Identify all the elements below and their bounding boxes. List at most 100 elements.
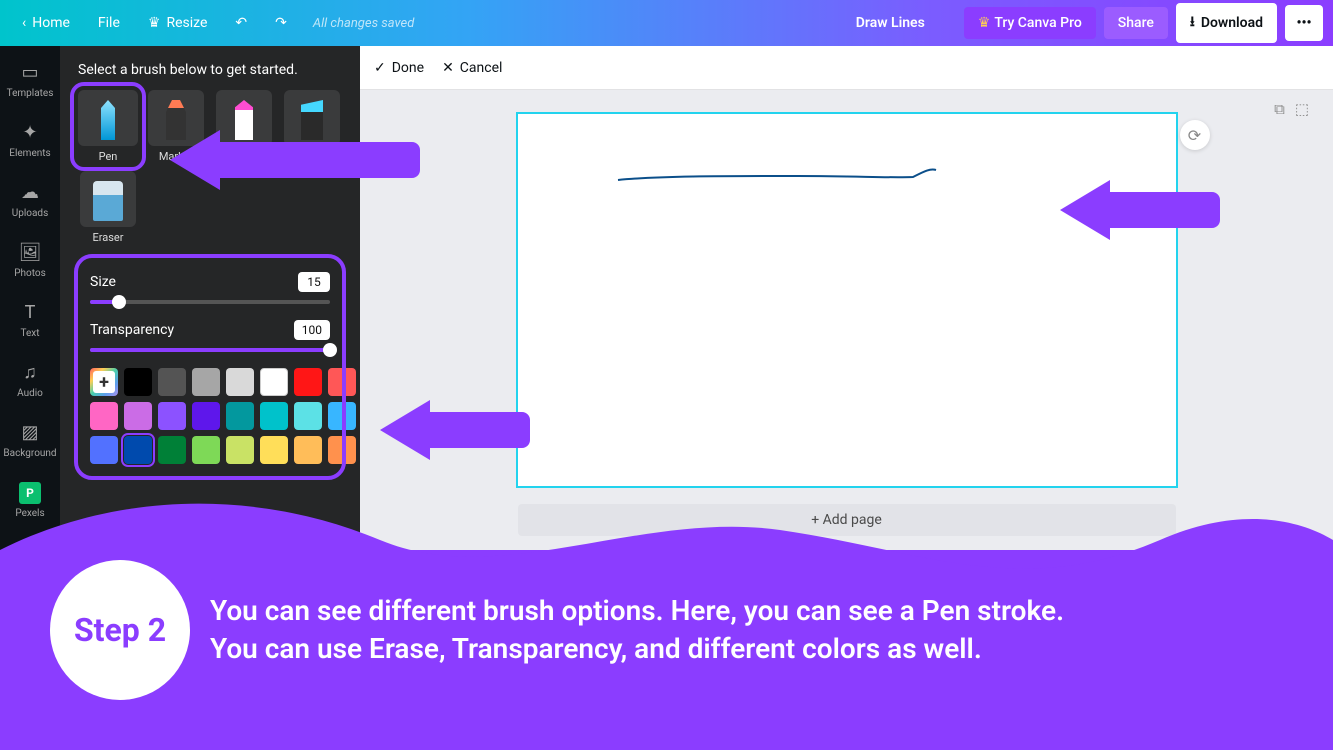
top-bar: ‹ Home File ♛ Resize ↶ ↷ All changes sav… [0,0,1333,46]
canvas[interactable]: ⟳ [518,114,1176,486]
sidebar-item-background[interactable]: ▨Background [0,410,60,470]
color-swatch[interactable] [158,402,186,430]
sidebar-item-elements[interactable]: ✦ Elements [0,110,60,170]
file-label: File [98,15,120,31]
sidebar-item-label: Uploads [12,208,48,219]
color-swatch[interactable] [192,368,220,396]
done-button[interactable]: ✓Done [374,60,424,76]
home-label: Home [32,15,70,31]
chevron-left-icon: ‹ [22,15,26,31]
transparency-value[interactable]: 100 [294,320,330,340]
cancel-button[interactable]: ✕Cancel [442,60,502,76]
transparency-slider[interactable] [90,348,330,352]
marker-icon [166,100,186,140]
sidebar-item-label: Background [3,448,56,459]
color-swatch[interactable] [294,368,322,396]
crown-icon: ♛ [148,15,161,31]
duplicate-page-icon[interactable]: ⧉ [1274,100,1285,118]
add-page-icon[interactable]: ⬚ [1295,100,1309,118]
design-title-input[interactable] [856,15,956,31]
color-swatch[interactable] [192,402,220,430]
wave-decoration [0,490,1333,570]
sidebar-item-label: Elements [9,148,50,159]
color-swatch[interactable] [260,402,288,430]
share-button[interactable]: Share [1104,7,1168,39]
audio-icon: ♫ [19,362,41,384]
color-swatch[interactable] [260,436,288,464]
try-pro-button[interactable]: ♛Try Canva Pro [964,7,1096,39]
brush-eraser[interactable]: Eraser [78,171,138,244]
check-icon: ✓ [374,60,386,76]
color-swatches [90,368,330,464]
sidebar-item-uploads[interactable]: ☁Uploads [0,170,60,230]
brush-glowpen[interactable]: Glow pen [214,90,274,163]
glowpen-icon [235,100,253,140]
share-label: Share [1118,15,1154,31]
step-label: Step 2 [74,611,166,649]
highlighter-icon [301,100,323,140]
redo-button[interactable]: ↷ [263,9,299,37]
slider-knob[interactable] [112,295,126,309]
tutorial-line1: You can see different brush options. Her… [210,592,1303,630]
color-swatch[interactable] [124,436,152,464]
pen-stroke [518,114,1176,486]
refresh-button[interactable]: ⟳ [1180,120,1210,150]
brush-highlighter[interactable]: Highlighter [282,90,342,163]
more-button[interactable]: ••• [1285,5,1323,41]
color-swatch[interactable] [124,368,152,396]
refresh-icon: ⟳ [1188,126,1201,145]
color-swatch[interactable] [294,436,322,464]
sidebar-item-audio[interactable]: ♫Audio [0,350,60,410]
brush-pen-label: Pen [99,150,118,163]
brush-pen[interactable]: Pen [74,86,142,167]
size-value[interactable]: 15 [298,272,330,292]
brush-marker-label: Marker [159,150,193,163]
topbar-right: ♛Try Canva Pro Share ⭳ Download ••• [856,3,1323,43]
crown-icon: ♛ [978,15,991,31]
color-swatch[interactable] [90,436,118,464]
download-button[interactable]: ⭳ Download [1176,3,1277,43]
download-label: Download [1201,15,1263,31]
slider-knob[interactable] [323,343,337,357]
text-icon: T [19,302,41,324]
color-swatch[interactable] [124,402,152,430]
transparency-row: Transparency 100 [90,320,330,340]
color-swatch[interactable] [158,368,186,396]
sidebar-item-label: Text [20,328,39,339]
color-swatch[interactable] [90,402,118,430]
size-slider[interactable] [90,300,330,304]
resize-button[interactable]: ♛ Resize [136,9,220,37]
color-swatch[interactable] [192,436,220,464]
transparency-label: Transparency [90,322,174,338]
close-icon: ✕ [442,60,454,76]
color-swatch[interactable] [328,368,356,396]
dots-icon: ••• [1296,15,1311,31]
brush-marker[interactable]: Marker [146,90,206,163]
home-button[interactable]: ‹ Home [10,9,82,37]
download-icon: ⭳ [1190,11,1195,35]
step-badge: Step 2 [50,560,190,700]
tutorial-text: You can see different brush options. Her… [210,592,1303,668]
color-swatch[interactable] [328,402,356,430]
sidebar-item-label: Templates [7,88,54,99]
photos-icon: 🖼 [19,242,41,264]
color-swatch[interactable] [226,368,254,396]
brush-glow-label: Glow pen [221,150,267,163]
color-swatch[interactable] [260,368,288,396]
elements-icon: ✦ [19,122,41,144]
undo-button[interactable]: ↶ [223,9,259,37]
color-swatch[interactable] [158,436,186,464]
resize-label: Resize [166,15,207,31]
color-swatch[interactable] [328,436,356,464]
templates-icon: ▭ [19,62,41,84]
color-swatch[interactable] [226,402,254,430]
add-color-button[interactable] [90,368,118,396]
sidebar-item-photos[interactable]: 🖼Photos [0,230,60,290]
sidebar-item-templates[interactable]: ▭ Templates [0,50,60,110]
color-swatch[interactable] [226,436,254,464]
file-button[interactable]: File [86,9,132,37]
brush-row-2: Eraser [78,171,342,244]
color-swatch[interactable] [294,402,322,430]
undo-icon: ↶ [235,15,247,31]
sidebar-item-text[interactable]: T Text [0,290,60,350]
